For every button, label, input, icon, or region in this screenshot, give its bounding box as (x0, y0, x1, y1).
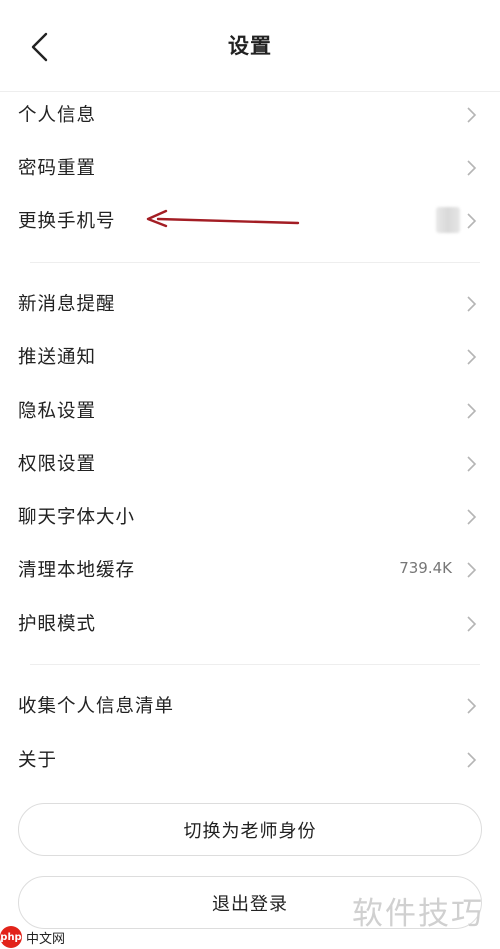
section-divider (30, 262, 480, 263)
settings-item-label: 更换手机号 (18, 211, 116, 232)
chevron-right-icon (467, 616, 477, 632)
cache-size-value: 739.4K (399, 559, 452, 577)
settings-item-label: 关于 (18, 750, 58, 771)
settings-item-personal-info[interactable]: 个人信息 (0, 88, 500, 141)
chevron-right-icon (467, 160, 477, 176)
settings-item-push-notification[interactable]: 推送通知 (0, 330, 500, 383)
settings-item-permissions[interactable]: 权限设置 (0, 437, 500, 490)
settings-item-eye-protection[interactable]: 护眼模式 (0, 597, 500, 650)
chevron-right-icon (467, 698, 477, 714)
chevron-right-icon (467, 107, 477, 123)
chevron-right-icon (467, 213, 477, 229)
switch-to-teacher-button[interactable]: 切换为老师身份 (18, 803, 482, 856)
annotation-arrow (146, 209, 300, 228)
page-title: 设置 (228, 34, 272, 58)
settings-item-privacy[interactable]: 隐私设置 (0, 384, 500, 437)
watermark-text: 中文网 (26, 931, 66, 947)
settings-item-label: 隐私设置 (18, 401, 97, 422)
chevron-right-icon (467, 403, 477, 419)
chevron-right-icon (467, 349, 477, 365)
settings-item-label: 权限设置 (18, 454, 97, 475)
php-logo-icon: php (0, 926, 22, 948)
settings-item-label: 个人信息 (18, 105, 97, 126)
chevron-right-icon (467, 509, 477, 525)
settings-item-label: 收集个人信息清单 (18, 696, 175, 717)
settings-item-label: 密码重置 (18, 158, 97, 179)
watermark-php: php 中文网 (0, 926, 65, 948)
settings-item-password-reset[interactable]: 密码重置 (0, 141, 500, 194)
settings-item-label: 新消息提醒 (18, 294, 116, 315)
settings-item-clear-cache[interactable]: 清理本地缓存 739.4K (0, 543, 500, 596)
settings-item-label: 护眼模式 (18, 614, 97, 635)
settings-item-label: 聊天字体大小 (18, 507, 136, 528)
chevron-right-icon (467, 456, 477, 472)
chevron-right-icon (467, 296, 477, 312)
nav-bar: 设置 (0, 0, 500, 92)
settings-item-label: 推送通知 (18, 347, 97, 368)
settings-item-personal-info-list[interactable]: 收集个人信息清单 (0, 679, 500, 732)
masked-phone-value (436, 207, 460, 233)
settings-item-label: 清理本地缓存 (18, 560, 136, 581)
chevron-right-icon (467, 562, 477, 578)
settings-item-about[interactable]: 关于 (0, 733, 500, 786)
chevron-right-icon (467, 752, 477, 768)
settings-item-new-message-alert[interactable]: 新消息提醒 (0, 277, 500, 330)
watermark-software-tips: 软件技巧 (352, 896, 484, 932)
section-divider (30, 664, 480, 665)
settings-item-chat-font-size[interactable]: 聊天字体大小 (0, 490, 500, 543)
